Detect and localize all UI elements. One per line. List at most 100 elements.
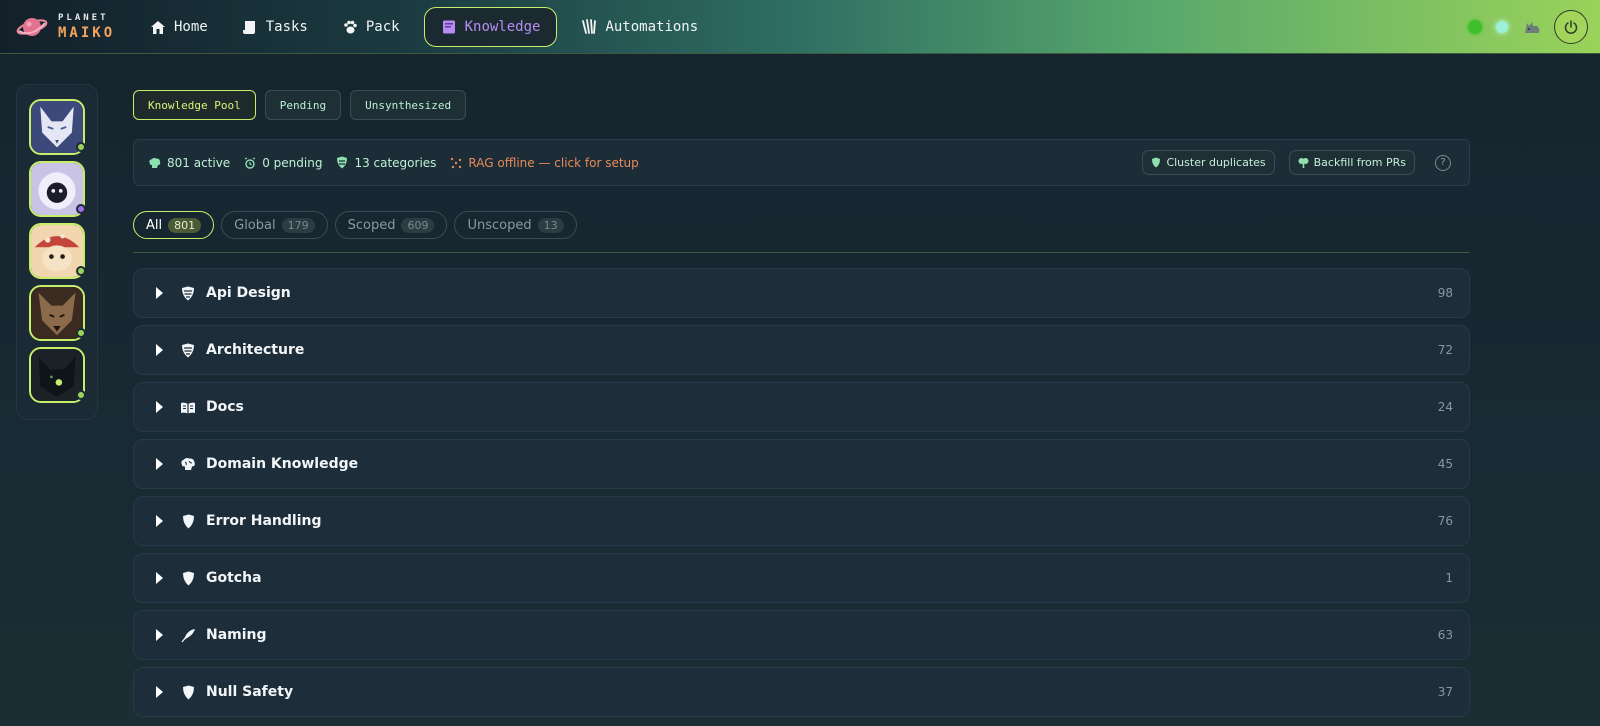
category-row-architecture[interactable]: Architecture 72 xyxy=(133,325,1470,375)
category-row-null-safety[interactable]: Null Safety 37 xyxy=(133,667,1470,717)
scope-filters: All 801 Global 179 Scoped 609 Unscoped 1… xyxy=(133,211,584,239)
filter-label: All xyxy=(146,217,163,233)
brain-icon xyxy=(179,455,197,473)
stat-pending-text: 0 pending xyxy=(262,155,323,170)
knowledge-stats-bar: 801 active 0 pending 13 categories RAG o… xyxy=(133,139,1470,186)
avatar-status-dot xyxy=(76,328,86,338)
power-icon xyxy=(1564,20,1578,34)
nav-label-pack: Pack xyxy=(365,19,400,35)
category-name: Error Handling xyxy=(206,513,322,529)
expand-caret-icon[interactable] xyxy=(156,287,163,299)
tab-knowledge-pool[interactable]: Knowledge Pool xyxy=(133,90,256,120)
cluster-duplicates-label: Cluster duplicates xyxy=(1166,156,1266,169)
tree-icon xyxy=(1298,158,1309,168)
cat-icon[interactable] xyxy=(1522,17,1542,37)
nav-label-tasks: Tasks xyxy=(265,19,308,35)
expand-caret-icon[interactable] xyxy=(156,515,163,527)
knowledge-main: Knowledge Pool Pending Unsynthesized 801… xyxy=(133,90,1470,717)
nav-label-automations: Automations xyxy=(605,19,699,35)
filter-scoped[interactable]: Scoped 609 xyxy=(334,211,448,239)
house-icon xyxy=(151,21,165,34)
category-name: Domain Knowledge xyxy=(206,456,359,472)
filter-global[interactable]: Global 179 xyxy=(221,211,328,239)
filter-count: 13 xyxy=(537,217,564,233)
nav-label-knowledge: Knowledge xyxy=(464,19,541,35)
stats-actions: Cluster duplicates Backfill from PRs ? xyxy=(1128,150,1455,175)
category-name: Docs xyxy=(206,399,244,415)
shield-stripes-icon xyxy=(179,284,197,302)
filter-count: 801 xyxy=(168,217,202,233)
category-name: Naming xyxy=(206,627,267,643)
category-count: 63 xyxy=(1437,628,1453,642)
top-right-controls xyxy=(1468,10,1588,44)
alarm-clock-icon xyxy=(244,156,256,169)
category-row-naming[interactable]: Naming 63 xyxy=(133,610,1470,660)
shield-icon xyxy=(179,569,197,587)
top-bar: PLANET MAIKO Home Tasks Pack Knowledge A… xyxy=(0,0,1600,54)
agent-avatar-rail xyxy=(16,84,98,420)
filter-unscoped[interactable]: Unscoped 13 xyxy=(454,211,577,239)
category-row-docs[interactable]: Docs 24 xyxy=(133,382,1470,432)
expand-caret-icon[interactable] xyxy=(156,401,163,413)
rag-offline-text: RAG offline — click for setup xyxy=(468,155,639,170)
stat-categories: 13 categories xyxy=(336,156,436,170)
filter-label: Global xyxy=(234,217,276,233)
filter-label: Scoped xyxy=(347,217,396,233)
stat-active-text: 801 active xyxy=(167,155,231,170)
category-name: Null Safety xyxy=(206,684,294,700)
category-row-domain-knowledge[interactable]: Domain Knowledge 45 xyxy=(133,439,1470,489)
expand-caret-icon[interactable] xyxy=(156,686,163,698)
category-count: 45 xyxy=(1437,457,1453,471)
paw-icon xyxy=(344,20,357,34)
category-count: 76 xyxy=(1437,514,1453,528)
main-nav: Home Tasks Pack Knowledge Automations xyxy=(140,7,722,47)
tab-unsynthesized[interactable]: Unsynthesized xyxy=(350,90,467,120)
category-row-gotcha[interactable]: Gotcha 1 xyxy=(133,553,1470,603)
filter-all[interactable]: All 801 xyxy=(133,211,215,239)
category-name: Gotcha xyxy=(206,570,262,586)
cluster-duplicates-button[interactable]: Cluster duplicates xyxy=(1142,150,1275,175)
expand-caret-icon[interactable] xyxy=(156,344,163,356)
sparkle-warning-icon xyxy=(451,157,462,168)
brand-bottom-text: MAIKO xyxy=(58,25,116,41)
filter-label: Unscoped xyxy=(467,217,532,233)
book-icon xyxy=(442,20,455,34)
category-count: 1 xyxy=(1445,571,1453,585)
nav-item-automations[interactable]: Automations xyxy=(571,7,708,47)
status-online-indicator[interactable] xyxy=(1468,20,1482,34)
expand-caret-icon[interactable] xyxy=(156,458,163,470)
avatar-status-dot xyxy=(76,204,86,214)
claw-icon xyxy=(582,19,597,34)
shield-icon xyxy=(1152,157,1161,168)
category-row-error-handling[interactable]: Error Handling 76 xyxy=(133,496,1470,546)
status-sync-indicator[interactable] xyxy=(1496,21,1508,33)
category-list: Api Design 98 Architecture 72 Docs 24 Do… xyxy=(133,268,1470,724)
power-button[interactable] xyxy=(1554,10,1588,44)
category-name: Api Design xyxy=(206,285,291,301)
avatar-status-dot xyxy=(76,390,86,400)
brand[interactable]: PLANET MAIKO xyxy=(16,12,115,42)
nav-label-home: Home xyxy=(174,19,208,35)
shield-icon xyxy=(179,512,197,530)
expand-caret-icon[interactable] xyxy=(156,572,163,584)
tab-pending[interactable]: Pending xyxy=(264,90,342,120)
rag-offline-link[interactable]: RAG offline — click for setup xyxy=(450,155,639,170)
nav-item-tasks[interactable]: Tasks xyxy=(232,7,318,47)
nav-item-knowledge[interactable]: Knowledge xyxy=(423,7,558,47)
shield-stripes-icon xyxy=(179,341,197,359)
expand-caret-icon[interactable] xyxy=(156,629,163,641)
category-name: Architecture xyxy=(206,342,305,358)
category-row-api-design[interactable]: Api Design 98 xyxy=(133,268,1470,318)
backfill-from-prs-label: Backfill from PRs xyxy=(1313,156,1406,169)
avatar-status-dot xyxy=(76,142,86,152)
stat-active: 801 active xyxy=(148,156,230,170)
help-icon[interactable]: ? xyxy=(1435,154,1451,171)
nav-item-home[interactable]: Home xyxy=(140,7,218,47)
nav-item-pack[interactable]: Pack xyxy=(332,7,410,47)
avatar-status-dot xyxy=(76,266,86,276)
backfill-from-prs-button[interactable]: Backfill from PRs xyxy=(1288,150,1415,175)
stat-pending: 0 pending xyxy=(244,156,322,170)
section-divider xyxy=(133,252,1470,253)
category-count: 37 xyxy=(1437,685,1453,699)
category-count: 72 xyxy=(1437,343,1453,357)
